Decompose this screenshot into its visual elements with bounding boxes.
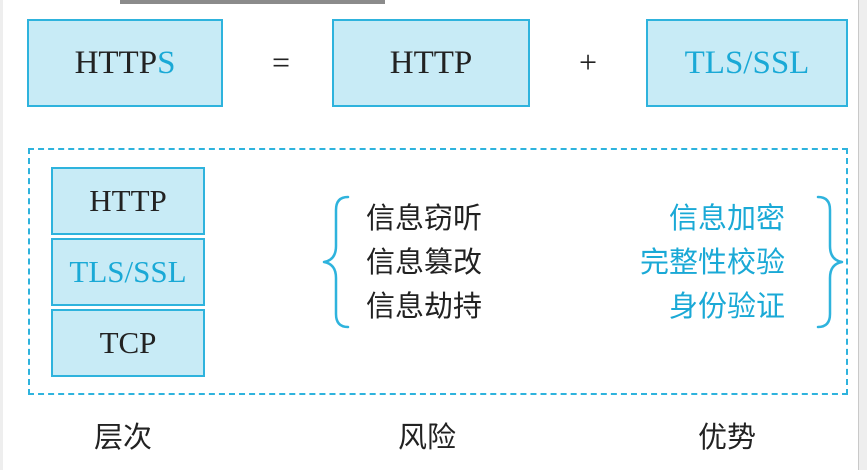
risks-caption: 风险: [398, 420, 457, 454]
equals-sign: =: [272, 44, 291, 80]
tls-ssl-text: TLS/SSL: [684, 44, 810, 81]
left-frame-edge: [0, 0, 3, 470]
layer-tls-ssl-label: TLS/SSL: [69, 254, 187, 289]
http-box: HTTP: [332, 19, 530, 107]
tls-ssl-box: TLS/SSL: [646, 19, 848, 107]
advantages-caption: 优势: [698, 420, 757, 454]
advantage-item: 身份验证: [668, 289, 785, 323]
layer-tcp-label: TCP: [99, 325, 157, 360]
layer-tcp-box: TCP: [51, 309, 205, 377]
https-suffix-text: S: [157, 44, 176, 81]
right-frame-edge: [858, 0, 867, 470]
plus-sign: +: [579, 44, 598, 80]
risk-item: 信息劫持: [366, 289, 483, 323]
layer-tls-ssl-box: TLS/SSL: [51, 238, 205, 306]
risk-item: 信息篡改: [366, 245, 483, 279]
advantages-list: 信息加密 完整性校验 身份验证: [640, 196, 785, 328]
risks-list: 信息窃听 信息篡改 信息劫持: [366, 196, 482, 328]
cropped-caption-strip: [120, 0, 385, 4]
advantage-item: 完整性校验: [639, 245, 785, 279]
advantage-item: 信息加密: [668, 201, 785, 235]
right-brace: [816, 195, 844, 329]
https-box: HTTP S: [27, 19, 223, 107]
layers-caption: 层次: [94, 420, 153, 454]
layer-http-label: HTTP: [89, 183, 167, 218]
https-main-text: HTTP: [74, 44, 158, 81]
risk-item: 信息窃听: [366, 201, 483, 235]
left-brace: [322, 195, 350, 329]
http-text: HTTP: [389, 44, 473, 81]
layer-http-box: HTTP: [51, 167, 205, 235]
